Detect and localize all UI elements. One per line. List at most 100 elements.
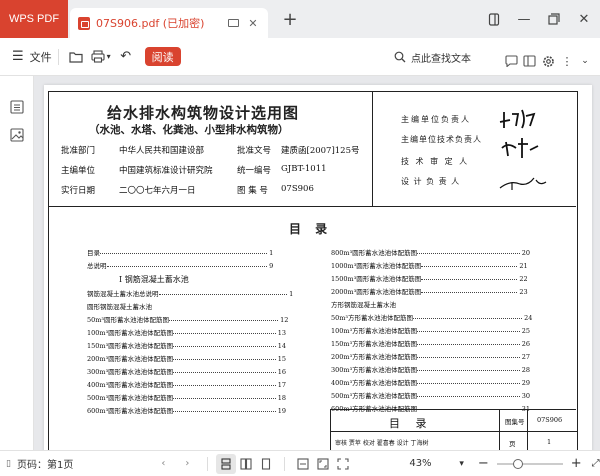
toc-entry-title: 50m³方形蓄水池池体配筋图: [331, 314, 414, 322]
new-tab-button[interactable]: +: [278, 7, 302, 31]
search-icon: [394, 51, 406, 63]
toc-entry: 300m³方形蓄水池池体配筋图 28: [331, 364, 530, 374]
undo-button[interactable]: ↶: [115, 44, 137, 70]
toc-entry: 50m³方形蓄水池池体配筋图 24: [331, 312, 532, 322]
menu-icon: ☰: [12, 49, 24, 64]
cover-header: 给水排水构筑物设计选用图 （水池、水塔、化粪池、小型排水构筑物） 批准部门 中华…: [49, 92, 576, 207]
main-toolbar: ☰ 文件 ▾ ↶ 阅读 点此查找文本 ⋮ ⌄: [0, 38, 600, 76]
toc-entry: 100m³圆形蓄水池池体配筋图 13: [87, 327, 286, 337]
zoom-dropdown-icon[interactable]: ▾: [459, 459, 464, 469]
zoom-slider-thumb[interactable]: [512, 458, 523, 469]
printer-icon: [91, 50, 105, 63]
outline-panel-icon[interactable]: [10, 100, 24, 114]
close-tab-icon[interactable]: ✕: [246, 16, 260, 30]
toc-entry-title: 100m³方形蓄水池池体配筋图: [331, 327, 418, 335]
impl-date-label: 实行日期: [61, 186, 96, 196]
title-block: 目 录 图集号 07S906 页 1 审核 贾苹 校对 翟喜春 设计 丁海树: [330, 409, 577, 450]
toc-entry: 2000m³圆形蓄水池池体配筋图 23: [331, 286, 528, 296]
toolbar-divider: [57, 48, 59, 65]
prev-page-icon[interactable]: ‹: [151, 458, 175, 469]
open-folder-button[interactable]: [65, 44, 87, 70]
impl-date-value: 二〇〇七年六月一日: [119, 186, 196, 196]
toc-entry: 500m³方形蓄水池池体配筋图 30: [331, 390, 530, 400]
approve-dept-value: 中华人民共和国建设部: [119, 146, 205, 156]
menu-button[interactable]: ☰ 文件: [12, 44, 52, 70]
toc-entry-page: 29: [519, 379, 531, 387]
toc-entry-title: 圆形钢筋混凝土蓄水池: [87, 303, 152, 311]
read-mode-button[interactable]: 阅读: [144, 47, 181, 66]
handwritten-signatures: [499, 109, 547, 190]
sidebar-toggle-icon[interactable]: ▯: [6, 459, 11, 469]
more-options-icon[interactable]: ⋮: [558, 48, 576, 74]
settings-gear-icon[interactable]: [538, 48, 558, 74]
responsibility-2: 主编单位技术负责人: [401, 135, 482, 144]
folder-icon: [69, 51, 83, 63]
toc-entry: 方形钢筋混凝土蓄水池: [331, 299, 396, 309]
toc-entry-title: 300m³圆形蓄水池池体配筋图: [87, 368, 174, 376]
bookmark-panel-icon[interactable]: [520, 48, 538, 74]
toc-entry-page: 20: [519, 249, 531, 257]
toc-entry-title: 400m³圆形蓄水池池体配筋图: [87, 381, 174, 389]
toc-entry: 总说明 9: [87, 260, 273, 270]
expand-icon[interactable]: ⤢: [592, 458, 600, 469]
toc-entry-page: 27: [519, 353, 531, 361]
drawing-frame: 给水排水构筑物设计选用图 （水池、水塔、化粪池、小型排水构筑物） 批准部门 中华…: [48, 91, 578, 450]
zoom-in-icon[interactable]: +: [571, 456, 582, 471]
fit-page-icon[interactable]: [313, 454, 333, 474]
fullscreen-icon[interactable]: [333, 454, 353, 474]
toc-entry-title: 150m³圆形蓄水池池体配筋图: [87, 342, 174, 350]
toc-entry: 圆形钢筋混凝土蓄水池: [87, 301, 152, 311]
collapse-toolbar-icon[interactable]: ⌄: [576, 48, 594, 74]
title-block-atlas-value: 07S906: [537, 416, 563, 424]
toc-entry-page: 28: [519, 366, 531, 374]
zoom-slider[interactable]: [496, 458, 563, 469]
toc-entry-title: 600m³圆形蓄水池池体配筋图: [87, 407, 174, 415]
toc-entry: 目录 1: [87, 247, 273, 257]
fit-width-icon[interactable]: [293, 454, 313, 474]
toc-entry-page: 16: [275, 368, 287, 376]
toc-entry-page: 23: [517, 288, 528, 296]
window-controls: — ✕: [476, 0, 600, 38]
toc-entry-page: 24: [522, 314, 533, 322]
toc-entry: 1000m³圆形蓄水池池体配筋图 21: [331, 260, 528, 270]
thumbnail-panel-icon[interactable]: [10, 128, 24, 142]
next-page-icon[interactable]: ›: [175, 458, 199, 469]
toc-entry: 200m³方形蓄水池池体配筋图 27: [331, 351, 530, 361]
toc-entry-page: 18: [275, 394, 287, 402]
toc-entry-page: 19: [275, 407, 287, 415]
maximize-icon[interactable]: [542, 7, 566, 31]
continuous-view-icon[interactable]: [256, 454, 276, 474]
title-block-heading: 目 录: [389, 417, 433, 430]
toc-entry: 400m³圆形蓄水池池体配筋图 17: [87, 379, 286, 389]
print-button[interactable]: ▾: [87, 44, 115, 70]
tab-bar: WPS PDF 07S906.pdf (已加密) ✕ + — ✕: [0, 0, 600, 38]
toc-entry-title: 钢筋混凝土蓄水池总说明: [87, 290, 159, 298]
toc-entry: 200m³圆形蓄水池池体配筋图 15: [87, 353, 286, 363]
title-block-page-value: 1: [547, 438, 552, 446]
file-menu-label: 文件: [29, 50, 52, 64]
editor-unit-value: 中国建筑标准设计研究院: [119, 166, 213, 176]
document-viewport[interactable]: 给水排水构筑物设计选用图 （水池、水塔、化粪池、小型排水构筑物） 批准部门 中华…: [34, 76, 600, 450]
tablet-mode-icon[interactable]: [482, 7, 506, 31]
toc-entry-title: 200m³方形蓄水池池体配筋图: [331, 353, 418, 361]
app-tab[interactable]: WPS PDF: [0, 0, 68, 38]
double-page-view-icon[interactable]: [236, 454, 256, 474]
page-indicator: 页码：第1页: [16, 460, 74, 471]
document-tab[interactable]: 07S906.pdf (已加密) ✕: [70, 8, 268, 38]
title-block-page-label: 页: [509, 440, 516, 448]
zoom-out-icon[interactable]: −: [478, 456, 489, 471]
unified-no-value: GJBT-1011: [281, 164, 327, 174]
single-page-view-icon[interactable]: [216, 453, 237, 474]
toc-entry-page: 21: [517, 262, 528, 270]
comment-icon[interactable]: [502, 48, 520, 74]
minimize-icon[interactable]: —: [512, 7, 536, 31]
toc-entry: 150m³方形蓄水池池体配筋图 26: [331, 338, 530, 348]
undo-icon: ↶: [120, 49, 132, 64]
screen-mode-icon[interactable]: [226, 16, 240, 30]
search-box[interactable]: 点此查找文本: [394, 48, 471, 66]
toc-entry-title: 200m³圆形蓄水池池体配筋图: [87, 355, 174, 363]
toc-entry-title: 目录: [87, 249, 100, 257]
close-window-icon[interactable]: ✕: [572, 7, 596, 31]
toc-entry-title: 50m³圆形蓄水池池体配筋图: [87, 316, 170, 324]
toc-entry-page: 30: [519, 392, 531, 400]
